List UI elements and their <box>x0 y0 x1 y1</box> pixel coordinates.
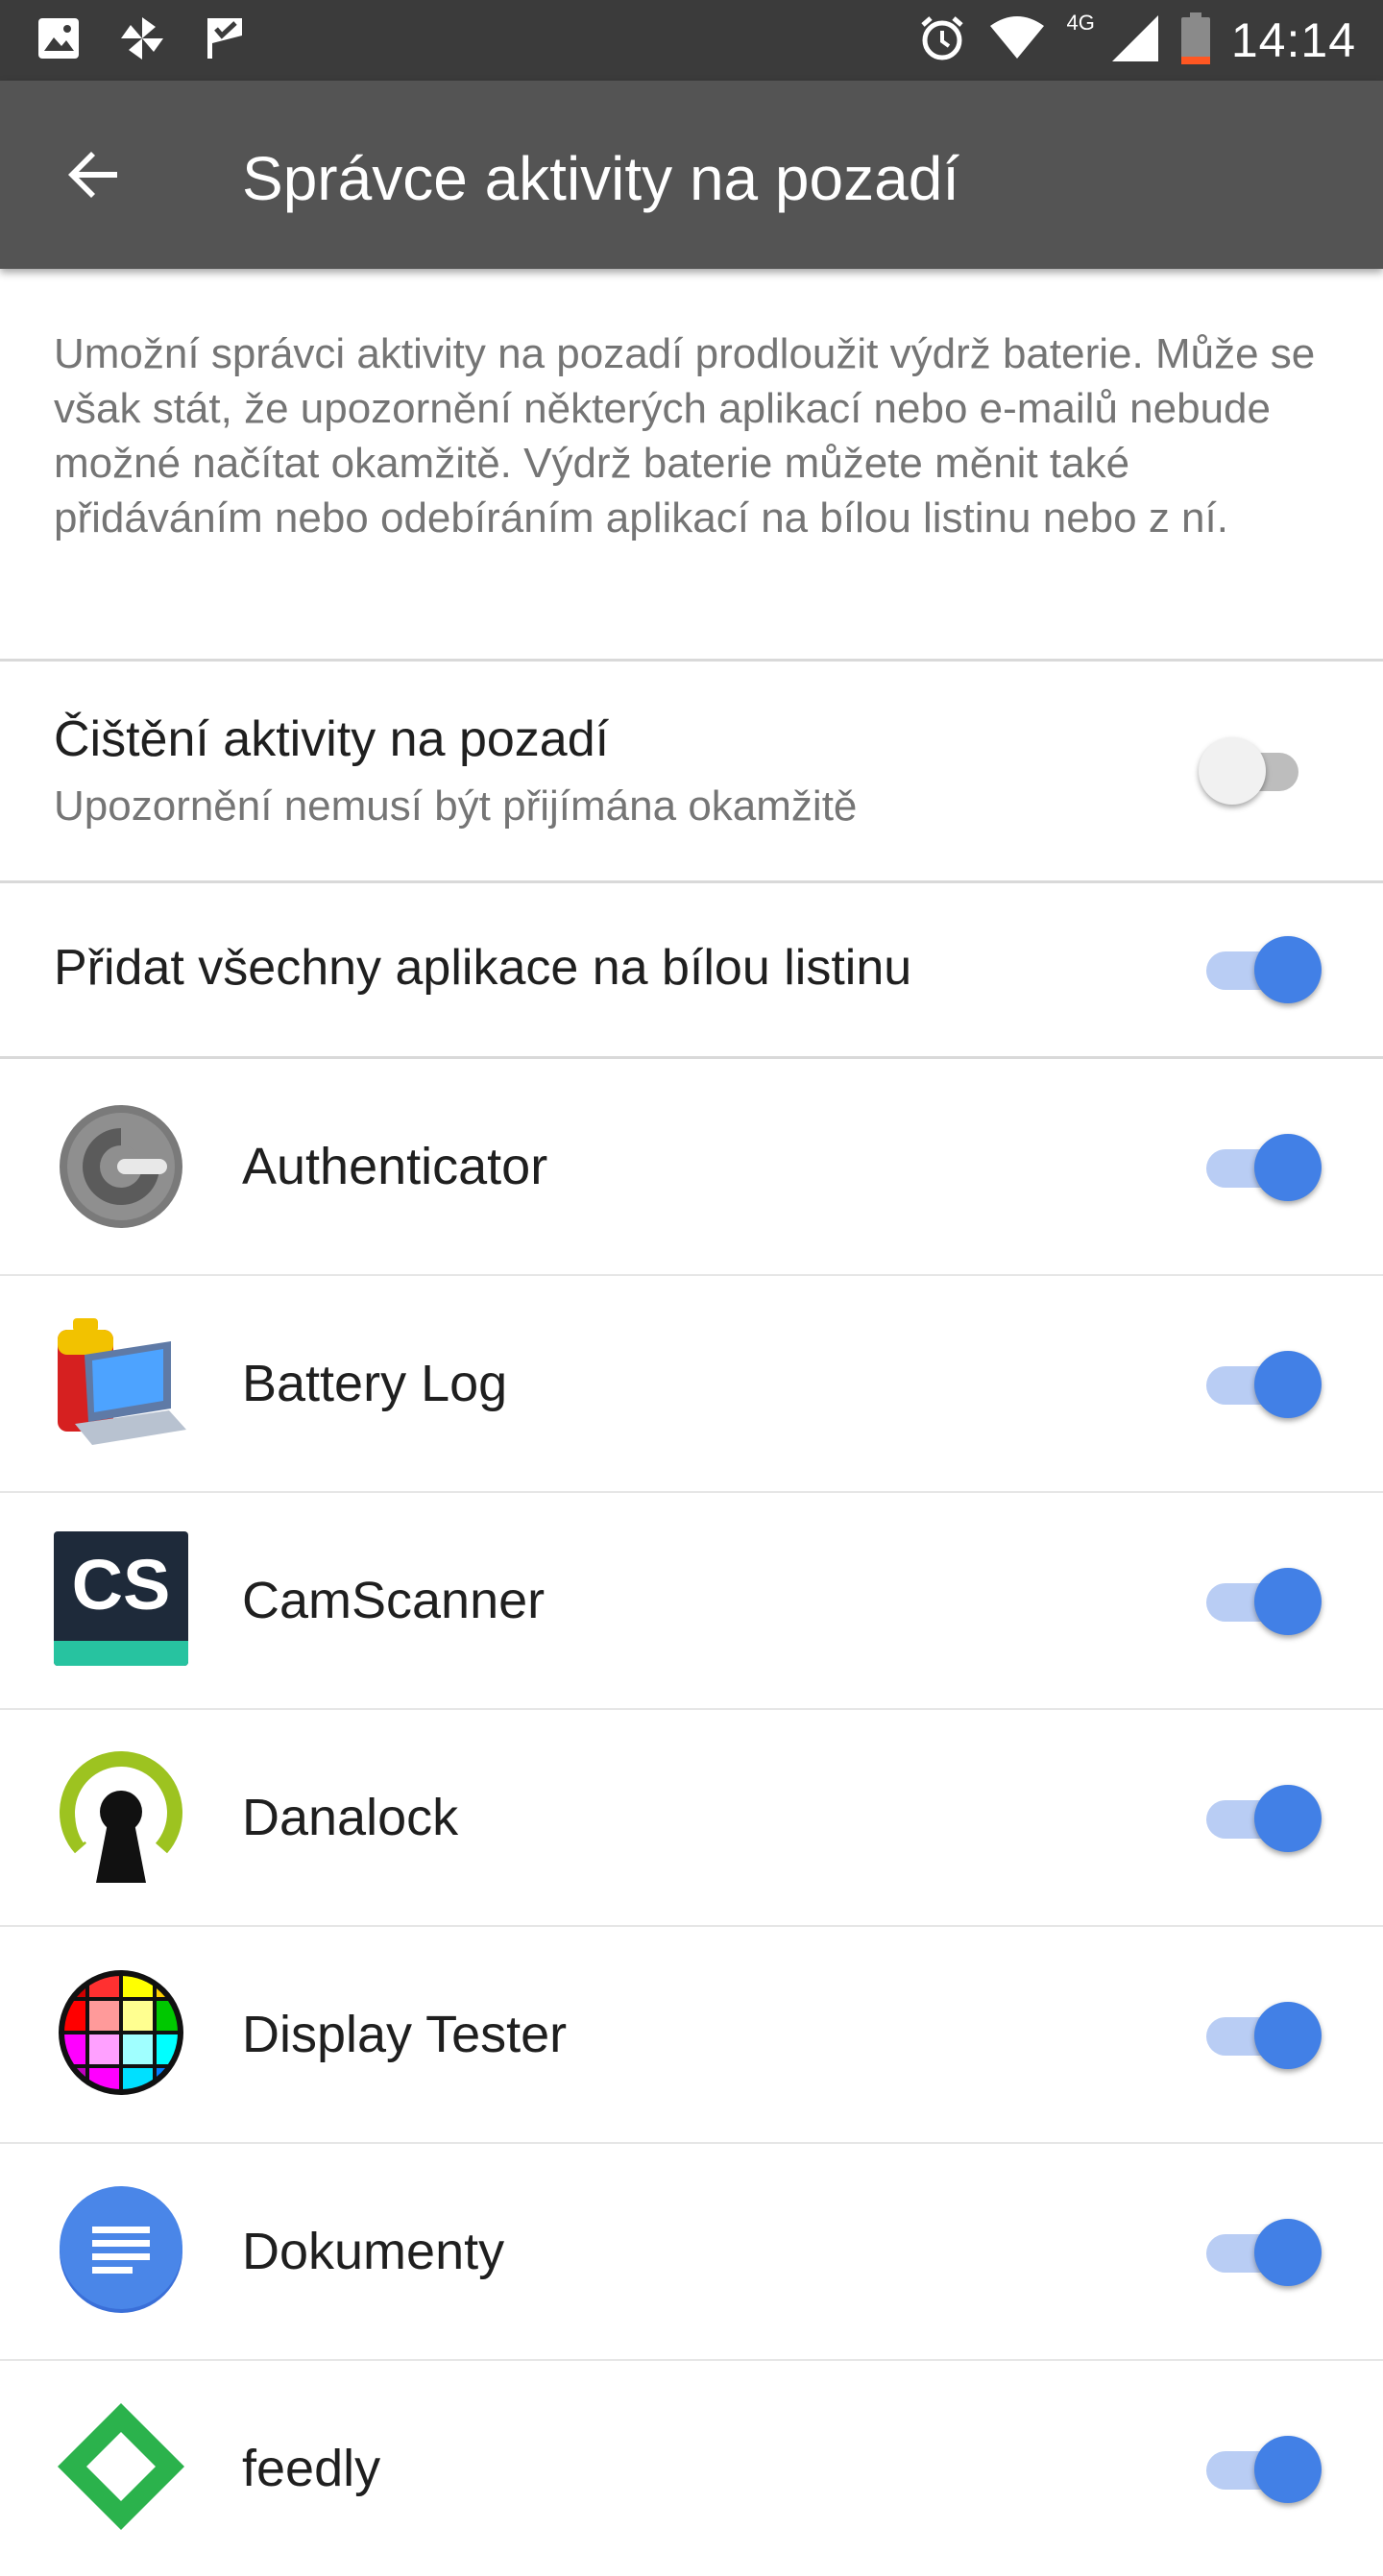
battery-low-icon <box>1180 12 1210 69</box>
app-toggle[interactable] <box>1201 1779 1322 1856</box>
app-row[interactable]: Danalock <box>0 1710 1383 1925</box>
arrow-left-icon <box>63 144 125 210</box>
check-flag-icon <box>204 14 248 67</box>
app-row[interactable]: Dokumenty <box>0 2144 1383 2359</box>
back-button[interactable] <box>54 136 134 217</box>
danalock-icon <box>54 1748 188 1883</box>
app-row[interactable]: Battery Log <box>0 1276 1383 1491</box>
toggle-thumb <box>1254 1568 1322 1635</box>
camscanner-icon: CS <box>54 1531 188 1666</box>
app-name: Authenticator <box>242 1138 548 1195</box>
toggle-thumb <box>1254 2002 1322 2069</box>
app-bar: Správce aktivity na pozadí <box>0 81 1383 269</box>
cell-signal-icon <box>1110 13 1160 68</box>
app-row[interactable]: Display Tester <box>0 1927 1383 2142</box>
status-time: 14:14 <box>1230 13 1356 67</box>
setting-subtitle-cleanup: Upozornění nemusí být přijímána okamžitě <box>54 782 858 830</box>
pinwheel-icon <box>117 13 167 68</box>
setting-title-cleanup: Čištění aktivity na pozadí <box>54 711 610 767</box>
authenticator-icon <box>54 1099 188 1234</box>
camscanner-icon-text: CS <box>71 1545 171 1625</box>
notification-icons <box>36 13 248 67</box>
app-name: Display Tester <box>242 2006 568 2063</box>
description-text: Umožní správci aktivity na pozadí prodlo… <box>54 330 1316 542</box>
app-toggle[interactable] <box>1201 1996 1322 2073</box>
display-tester-icon <box>54 1965 188 2100</box>
app-name: feedly <box>242 2440 381 2497</box>
feedly-icon <box>54 2399 188 2534</box>
alarm-icon <box>917 13 967 68</box>
app-name: Dokumenty <box>242 2223 505 2280</box>
image-icon <box>36 16 81 65</box>
status-bar: 4G 14:14 <box>0 0 1383 81</box>
toggle-thumb <box>1254 2436 1322 2503</box>
app-row[interactable]: CS CamScanner <box>0 1493 1383 1708</box>
toggle-thumb <box>1254 1134 1322 1201</box>
toggle-thumb <box>1254 936 1322 1003</box>
toggle-thumb <box>1254 1351 1322 1418</box>
setting-title-whitelist-all: Přidat všechny aplikace na bílou listinu <box>54 940 912 996</box>
system-icons: 4G 14:14 <box>917 10 1356 71</box>
app-name: Danalock <box>242 1789 459 1846</box>
app-name: CamScanner <box>242 1572 546 1629</box>
network-type-label: 4G <box>1066 11 1095 35</box>
cleanup-toggle[interactable] <box>1199 732 1316 808</box>
whitelist-all-toggle[interactable] <box>1201 930 1322 1007</box>
app-name: Battery Log <box>242 1355 508 1412</box>
toggle-thumb <box>1254 2219 1322 2286</box>
toggle-thumb <box>1199 737 1266 805</box>
docs-icon <box>54 2182 188 2317</box>
setting-row-cleanup[interactable]: Čištění aktivity na pozadí Upozornění ne… <box>0 662 1383 880</box>
battery-log-icon <box>54 1316 188 1451</box>
app-toggle[interactable] <box>1201 1562 1322 1639</box>
wifi-icon <box>988 15 1046 65</box>
app-toggle[interactable] <box>1201 1128 1322 1205</box>
app-row[interactable]: Authenticator <box>0 1059 1383 1274</box>
toggle-thumb <box>1254 1785 1322 1852</box>
app-toggle[interactable] <box>1201 2430 1322 2507</box>
app-toggle[interactable] <box>1201 1345 1322 1422</box>
app-row[interactable]: feedly <box>0 2361 1383 2576</box>
app-toggle[interactable] <box>1201 2213 1322 2290</box>
setting-row-whitelist-all[interactable]: Přidat všechny aplikace na bílou listinu <box>0 883 1383 1056</box>
page-title: Správce aktivity na pozadí <box>242 144 960 213</box>
